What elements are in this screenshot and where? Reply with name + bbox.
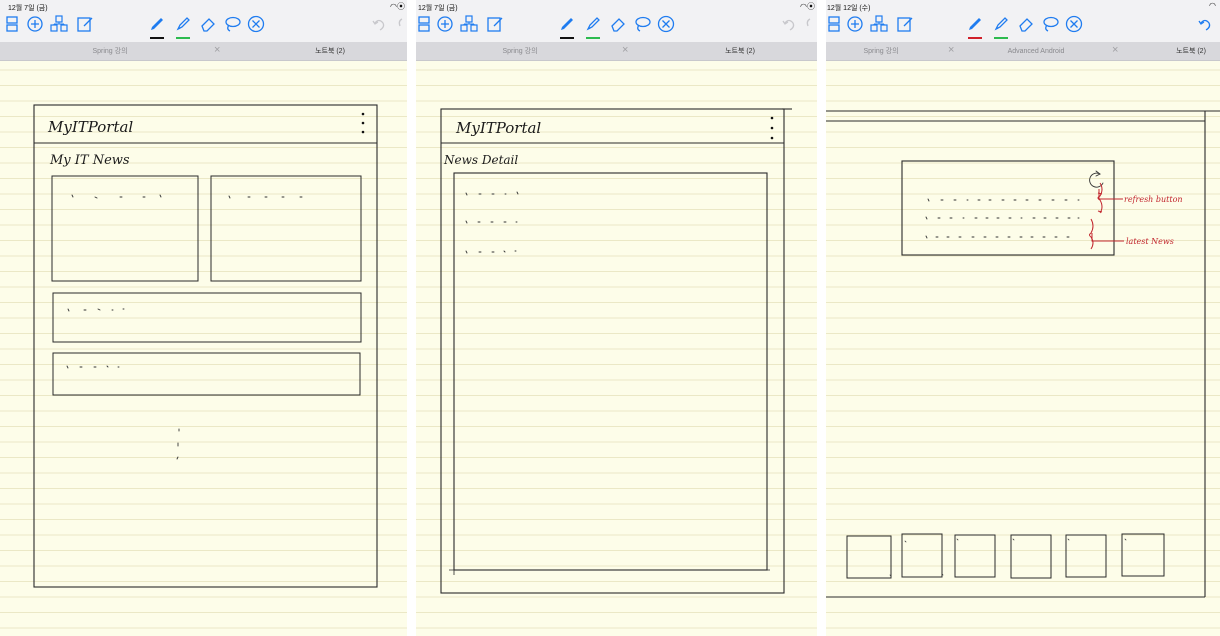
overflow-menu-icon (361, 112, 365, 134)
close-circle-icon[interactable] (657, 15, 675, 33)
sketch-canvas: MyITPortal My IT News (33, 104, 378, 588)
undo-icon[interactable] (1196, 15, 1214, 33)
bottom-nav-box-5 (1065, 534, 1107, 578)
sketch-heading: My IT News (49, 153, 130, 168)
latest-news-card (901, 160, 1115, 256)
top-chrome: 12월 12일 (수) ◠ (826, 0, 1220, 42)
eraser-icon[interactable] (609, 15, 627, 33)
tab-close-icon[interactable]: × (948, 44, 954, 56)
redo-icon[interactable] (802, 15, 817, 33)
lasso-icon[interactable] (223, 15, 241, 33)
tab-bar: Spring 강의 × 노트북 (2) (416, 42, 817, 61)
shapes-icon[interactable] (870, 15, 888, 33)
lasso-icon[interactable] (633, 15, 651, 33)
pen-icon[interactable] (966, 15, 984, 33)
pen-color-indicator (968, 37, 982, 39)
pen-color-indicator (150, 37, 164, 39)
edit-page-icon[interactable] (896, 15, 914, 33)
toolbar (416, 11, 817, 39)
lasso-icon[interactable] (1041, 15, 1059, 33)
sketch-canvas: refresh button latest News (826, 110, 1220, 598)
annotation-latest-news: latest News (1126, 237, 1174, 246)
highlighter-color-indicator (994, 37, 1008, 39)
note-page[interactable]: MyITPortal News Detail (416, 61, 817, 636)
news-card-1 (51, 175, 199, 282)
add-page-icon[interactable] (846, 15, 864, 33)
news-row-2 (52, 352, 361, 396)
toolbar (0, 11, 407, 39)
page-layout-icon[interactable] (826, 15, 844, 33)
pen-icon[interactable] (148, 15, 166, 33)
sketch-canvas: MyITPortal News Detail (440, 108, 792, 594)
eraser-icon[interactable] (1017, 15, 1035, 33)
phone-frame (33, 104, 378, 588)
tab-notebook[interactable]: 노트북 (2) (250, 42, 407, 60)
highlighter-icon[interactable] (992, 15, 1010, 33)
annotation-refresh-button: refresh button (1124, 195, 1183, 204)
bottom-nav-box-6 (1121, 533, 1165, 577)
detail-content-box (453, 172, 768, 571)
close-circle-icon[interactable] (247, 15, 265, 33)
phone-frame (440, 108, 785, 594)
shapes-icon[interactable] (50, 15, 68, 33)
notes-screen-1: 12월 7일 (금) ◠⦿ Spring 강의 × 노트북 (2) MyITPo… (0, 0, 407, 636)
bottom-nav-box-4 (1010, 534, 1052, 579)
top-chrome: 12월 7일 (금) ◠⦿ (0, 0, 407, 42)
tab-close-icon[interactable]: × (214, 44, 220, 56)
highlighter-color-indicator (586, 37, 600, 39)
bottom-nav-box-1 (846, 535, 892, 579)
tab-close-icon[interactable]: × (1112, 44, 1118, 56)
notes-screen-3: 12월 12일 (수) ◠ Spring 강의 × Advanced Andro… (826, 0, 1220, 636)
page-layout-icon[interactable] (4, 15, 22, 33)
tab-spring[interactable]: Spring 강의 (30, 42, 190, 60)
add-page-icon[interactable] (436, 15, 454, 33)
shapes-icon[interactable] (460, 15, 478, 33)
undo-icon[interactable] (780, 15, 798, 33)
edit-page-icon[interactable] (486, 15, 504, 33)
tab-advanced-android[interactable]: Advanced Android (966, 42, 1106, 60)
top-chrome: 12월 7일 (금) ◠⦿ (416, 0, 817, 42)
sketch-app-title: MyITPortal (455, 119, 541, 137)
overflow-menu-icon (770, 116, 774, 140)
tab-notebook[interactable]: 노트북 (2) (660, 42, 817, 60)
bottom-navigation-boxes (846, 533, 1165, 579)
placeholder-marks (465, 191, 519, 254)
tab-bar: Spring 강의 × 노트북 (2) (0, 42, 407, 61)
notes-screen-2: 12월 7일 (금) ◠⦿ Spring 강의 × 노트북 (2) MyITPo… (416, 0, 817, 636)
highlighter-icon[interactable] (174, 15, 192, 33)
placeholder-marks (925, 198, 1080, 239)
note-page[interactable]: MyITPortal My IT News (0, 61, 407, 636)
pen-color-indicator (560, 37, 574, 39)
highlighter-icon[interactable] (584, 15, 602, 33)
tab-bar: Spring 강의 × Advanced Android × 노트북 (2) (826, 42, 1220, 61)
toolbar (826, 11, 1220, 39)
pen-icon[interactable] (558, 15, 576, 33)
redo-icon[interactable] (394, 15, 407, 33)
wifi-icon: ◠ (1209, 1, 1216, 10)
news-row-1 (52, 292, 362, 343)
bottom-nav-box-3 (954, 534, 996, 578)
bottom-nav-box-2 (901, 533, 943, 578)
placeholder-marks (66, 194, 303, 460)
tab-notebook[interactable]: 노트북 (2) (1156, 42, 1220, 60)
eraser-icon[interactable] (199, 15, 217, 33)
highlighter-color-indicator (176, 37, 190, 39)
tab-spring[interactable]: Spring 강의 (826, 42, 936, 60)
news-card-2 (210, 175, 362, 282)
tab-close-icon[interactable]: × (622, 44, 628, 56)
sketch-app-title: MyITPortal (47, 118, 133, 136)
page-layout-icon[interactable] (416, 15, 434, 33)
add-page-icon[interactable] (26, 15, 44, 33)
note-page[interactable]: refresh button latest News (826, 61, 1220, 636)
annotation-brackets (1089, 182, 1124, 250)
edit-page-icon[interactable] (76, 15, 94, 33)
undo-icon[interactable] (370, 15, 388, 33)
tab-spring[interactable]: Spring 강의 (440, 42, 600, 60)
sketch-heading: News Detail (443, 153, 518, 167)
close-circle-icon[interactable] (1065, 15, 1083, 33)
